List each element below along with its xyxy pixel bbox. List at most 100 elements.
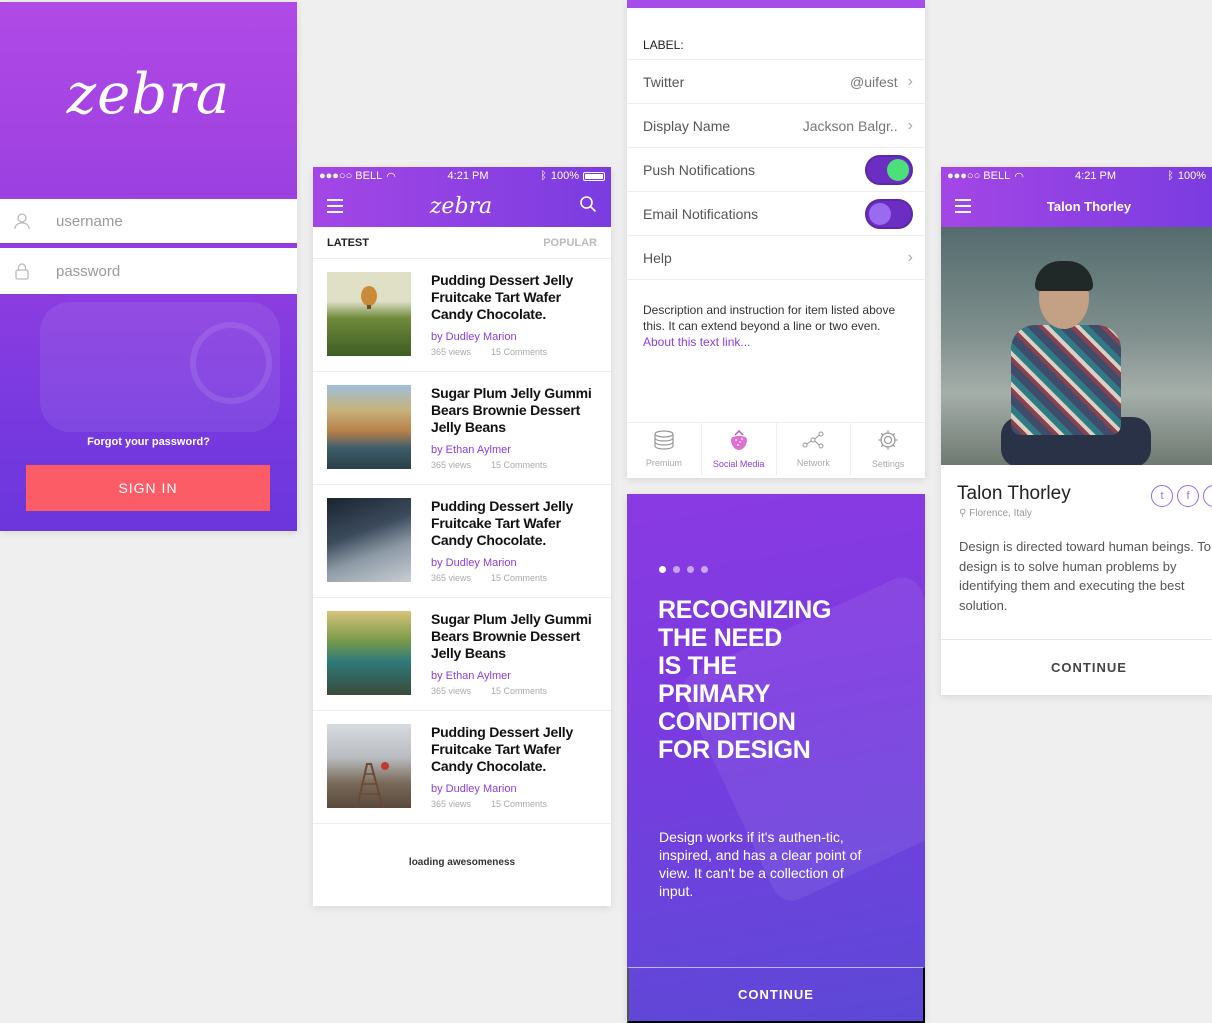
page-dot[interactable] [701, 566, 708, 573]
tab-settings[interactable]: Settings [851, 423, 925, 475]
twitter-icon[interactable]: t [1151, 485, 1173, 507]
article-thumbnail [327, 724, 411, 809]
article-title[interactable]: Sugar Plum Jelly Gummi Bears Brownie Des… [431, 611, 597, 662]
article-author[interactable]: by Dudley Marion [431, 783, 597, 795]
tab-network[interactable]: Network [777, 423, 852, 475]
status-time: 4:21 PM [1075, 170, 1116, 182]
page-dot[interactable] [673, 566, 680, 573]
page-dot[interactable] [687, 566, 694, 573]
article-author[interactable]: by Ethan Aylmer [431, 444, 597, 456]
network-icon [801, 430, 825, 456]
onboarding-screen: RECOGNIZING THE NEED IS THE PRIMARY COND… [627, 494, 925, 1023]
tab-bar: Premium Social Media Network Settings [627, 423, 925, 475]
feed-screen: ●●●○○ BELL ◠ 4:21 PM ᛒ 100% zebra LATEST P… [313, 167, 611, 906]
continue-button[interactable]: CONTINUE [627, 967, 925, 1023]
tab-popular[interactable]: POPULAR [543, 237, 597, 249]
username-input[interactable] [56, 212, 276, 230]
row-value: Jackson Balgr.. [802, 117, 898, 134]
article-meta: 365 views 15 Comments [431, 347, 548, 357]
article-body: Sugar Plum Jelly Gummi Bears Brownie Des… [431, 611, 597, 710]
settings-description: Description and instruction for item lis… [627, 280, 925, 423]
settings-row-display-name[interactable]: Display Name Jackson Balgr.. › [627, 104, 925, 148]
password-field[interactable] [0, 248, 297, 294]
bluetooth-icon: ᛒ [1167, 170, 1174, 182]
list-item[interactable]: Pudding Dessert Jelly Fruitcake Tart Waf… [313, 485, 611, 598]
continue-button[interactable]: CONTINUE [941, 640, 1212, 695]
settings-row-email: Email Notifications [627, 192, 925, 236]
tab-social-media[interactable]: Social Media [702, 423, 777, 475]
feed-tabs: LATEST POPULAR [313, 227, 611, 259]
row-value: @uifest [849, 73, 898, 90]
page-indicator [659, 566, 708, 573]
list-item[interactable]: Pudding Dessert Jelly Fruitcake Tart Waf… [313, 259, 611, 372]
feed-header: ●●●○○ BELL ◠ 4:21 PM ᛒ 100% zebra [313, 167, 611, 227]
article-meta: 365 views 15 Comments [431, 686, 548, 696]
about-text-link[interactable]: About this text link... [643, 335, 750, 349]
row-label: Twitter [643, 73, 685, 90]
camera-background-image [40, 302, 280, 432]
profile-screen: ●●●○○ BELL ◠ 4:21 PM ᛒ 100% Talon Thorley … [941, 167, 1212, 695]
row-label: Display Name [643, 117, 731, 134]
profile-bio: Design is directed toward human beings. … [959, 539, 1211, 613]
wifi-icon: ◠ [1014, 170, 1024, 183]
article-title[interactable]: Pudding Dessert Jelly Fruitcake Tart Waf… [431, 272, 597, 323]
bluetooth-icon: ᛒ [540, 170, 547, 182]
profile-photo [941, 227, 1212, 465]
article-author[interactable]: by Ethan Aylmer [431, 670, 597, 682]
location-pin-icon: ⚲ [959, 508, 970, 519]
gear-icon [877, 429, 899, 457]
section-label: LABEL: [627, 8, 925, 60]
chevron-right-icon: › [907, 72, 913, 90]
email-notifications-toggle[interactable] [865, 198, 913, 229]
onboarding-body: Design works if it's authen-tic, inspire… [659, 829, 862, 899]
profile-navbar: Talon Thorley [941, 185, 1212, 227]
toggle-knob [887, 158, 909, 181]
social-links: t f i [1151, 485, 1212, 507]
profile-header: ●●●○○ BELL ◠ 4:21 PM ᛒ 100% Talon Thorley [941, 167, 1212, 227]
article-body: Sugar Plum Jelly Gummi Bears Brownie Des… [431, 385, 597, 484]
person-figure [1001, 261, 1151, 465]
coins-icon [653, 430, 675, 456]
tab-latest[interactable]: LATEST [327, 237, 369, 249]
toggle-knob [869, 202, 891, 225]
loading-indicator: loading awesomeness [408, 857, 516, 868]
battery-icon [582, 171, 605, 181]
carrier-signal: ●●●○○ BELL ◠ [947, 170, 1024, 183]
username-field[interactable] [0, 199, 297, 245]
list-item[interactable]: Sugar Plum Jelly Gummi Bears Brownie Des… [313, 598, 611, 711]
onboarding-headline: RECOGNIZING THE NEED IS THE PRIMARY COND… [658, 596, 832, 764]
settings-row-help[interactable]: Help › [627, 236, 925, 280]
facebook-icon[interactable]: f [1177, 485, 1199, 507]
article-thumbnail [327, 611, 411, 695]
push-notifications-toggle[interactable] [865, 154, 913, 185]
settings-topbar [627, 0, 925, 8]
article-body: Pudding Dessert Jelly Fruitcake Tart Waf… [431, 724, 597, 823]
row-label: Push Notifications [643, 161, 756, 178]
article-body: Pudding Dessert Jelly Fruitcake Tart Waf… [431, 272, 597, 371]
page-title: Talon Thorley [1046, 198, 1132, 214]
list-item[interactable]: Sugar Plum Jelly Gummi Bears Brownie Des… [313, 372, 611, 485]
article-thumbnail [327, 272, 411, 356]
sign-in-button[interactable]: SIGN IN [26, 465, 270, 511]
menu-icon[interactable] [327, 199, 343, 213]
battery-status: ᛒ 100% [1167, 170, 1206, 182]
chevron-right-icon: › [907, 248, 913, 266]
article-title[interactable]: Pudding Dessert Jelly Fruitcake Tart Waf… [431, 498, 597, 549]
tab-premium[interactable]: Premium [627, 423, 702, 475]
wifi-icon: ◠ [386, 170, 396, 183]
password-input[interactable] [56, 262, 276, 280]
status-bar: ●●●○○ BELL ◠ 4:21 PM ᛒ 100% [313, 167, 611, 185]
article-title[interactable]: Pudding Dessert Jelly Fruitcake Tart Waf… [431, 724, 597, 775]
article-title[interactable]: Sugar Plum Jelly Gummi Bears Brownie Des… [431, 385, 597, 436]
instagram-icon[interactable]: i [1203, 485, 1212, 507]
list-item[interactable]: Pudding Dessert Jelly Fruitcake Tart Waf… [313, 711, 611, 824]
article-thumbnail [327, 385, 411, 469]
page-dot[interactable] [659, 566, 666, 573]
search-icon[interactable] [579, 195, 597, 218]
user-icon [0, 212, 44, 230]
article-author[interactable]: by Dudley Marion [431, 557, 597, 569]
settings-row-twitter[interactable]: Twitter @uifest › [627, 60, 925, 104]
article-author[interactable]: by Dudley Marion [431, 331, 597, 343]
forgot-password-link[interactable]: Forgot your password? [0, 436, 297, 448]
article-meta: 365 views 15 Comments [431, 573, 548, 583]
